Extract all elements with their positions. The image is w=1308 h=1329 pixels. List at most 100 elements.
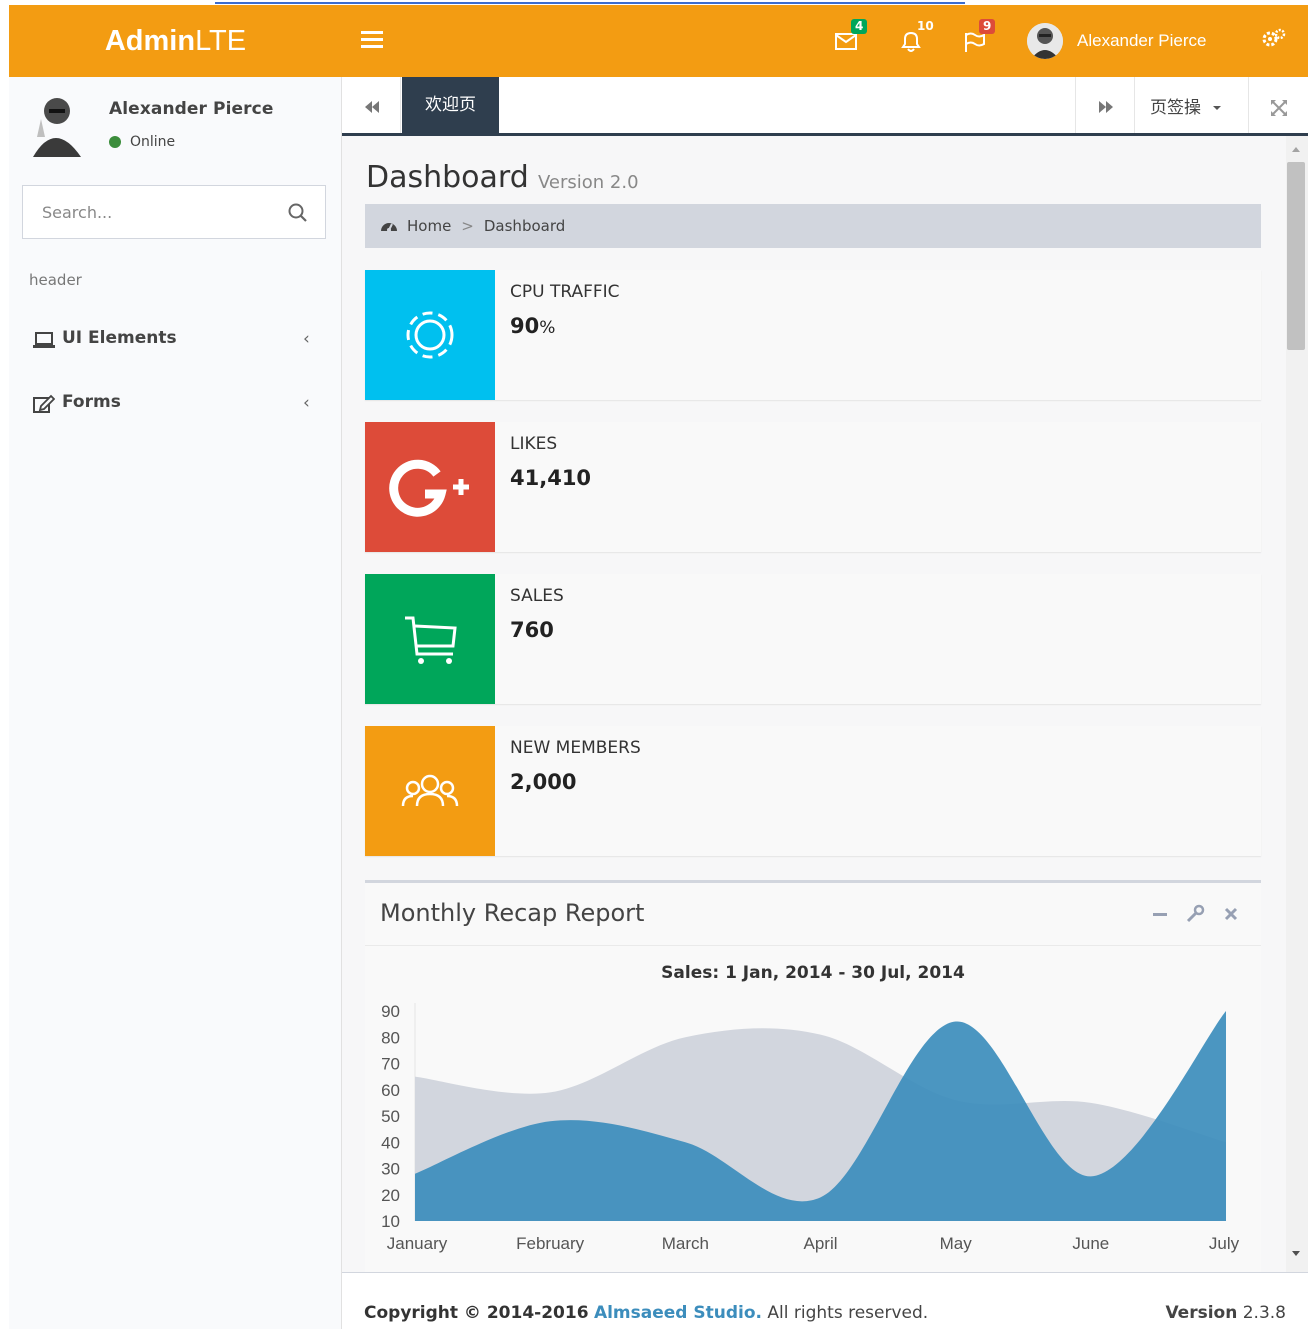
search-button[interactable] <box>287 202 309 224</box>
hamburger-icon <box>361 31 383 34</box>
info-box-label: NEW MEMBERS <box>510 738 641 758</box>
x-tick-label: May <box>940 1234 973 1253</box>
tab-scroll-left-button[interactable] <box>342 77 401 133</box>
x-tick-label: March <box>662 1234 709 1253</box>
wrench-icon <box>1186 904 1205 923</box>
info-box-number: 2,000 <box>510 770 577 794</box>
page-title: Dashboard <box>366 160 529 195</box>
laptop-icon <box>33 332 55 348</box>
users-icon <box>401 774 459 807</box>
notifications-button[interactable]: 10 <box>895 20 934 59</box>
tab-welcome[interactable]: 欢迎页 <box>402 77 499 133</box>
sales-area-chart: 90 80 70 60 50 40 30 20 10 January February March Ap… <box>381 1002 1240 1253</box>
box-divider <box>365 945 1261 946</box>
user-panel: Alexander Pierce Online <box>27 93 327 161</box>
info-box-label: LIKES <box>510 434 558 454</box>
edit-icon <box>33 394 55 413</box>
sidebar-item-ui-elements[interactable]: UI Elements ‹ <box>9 315 342 363</box>
info-box-number: 90% <box>510 314 556 338</box>
user-menu[interactable]: Alexander Pierce <box>1027 19 1206 63</box>
y-tick-label: 70 <box>381 1055 400 1074</box>
y-tick-label: 60 <box>381 1081 400 1100</box>
breadcrumb-separator: > <box>461 217 474 235</box>
sidebar-search <box>22 185 326 239</box>
sidebar-toggle-button[interactable] <box>359 27 385 53</box>
info-box-number: 41,410 <box>510 466 592 490</box>
envelope-icon <box>835 33 857 50</box>
user-status: Online <box>109 134 175 150</box>
tasks-button[interactable]: 9 <box>959 19 996 59</box>
tasks-badge: 9 <box>979 19 996 34</box>
tab-scroll-right-button[interactable] <box>1075 77 1134 133</box>
remove-button[interactable] <box>1220 903 1242 925</box>
header-user-name: Alexander Pierce <box>1077 31 1207 50</box>
sidebar: Alexander Pierce Online header UI Elemen… <box>9 77 342 1329</box>
menu-header: header <box>29 271 82 289</box>
x-tick-label: April <box>803 1234 837 1253</box>
avatar <box>1027 23 1063 59</box>
settings-button[interactable] <box>1261 27 1291 57</box>
y-tick-label: 20 <box>381 1186 400 1205</box>
y-tick-label: 10 <box>381 1212 400 1231</box>
bell-icon <box>901 31 921 52</box>
search-icon <box>288 203 307 222</box>
sidebar-item-label: Forms <box>62 392 121 412</box>
sidebar-item-label: UI Elements <box>62 328 177 348</box>
info-box-number: 760 <box>510 618 554 642</box>
messages-badge: 4 <box>851 19 868 34</box>
fullscreen-button[interactable] <box>1248 77 1308 133</box>
y-tick-label: 30 <box>381 1160 400 1179</box>
tab-operations-label: 页签操 <box>1150 98 1201 118</box>
y-tick-label: 90 <box>381 1002 400 1021</box>
monthly-recap-box: Monthly Recap Report Sales: 1 Jan, 2014 … <box>365 880 1261 1272</box>
backward-icon <box>365 101 379 113</box>
info-box-label: SALES <box>510 586 564 606</box>
page-subtitle: Version 2.0 <box>538 172 639 193</box>
close-icon <box>1224 907 1238 921</box>
logo[interactable]: AdminLTE <box>9 5 342 77</box>
info-box-icon-area <box>365 270 495 400</box>
scroll-down-arrow-icon[interactable] <box>1289 1246 1303 1260</box>
scroll-up-arrow-icon[interactable] <box>1289 143 1303 157</box>
notifications-badge: 10 <box>917 19 934 33</box>
content-area: Dashboard Version 2.0 Home > Dashboard C… <box>342 136 1286 1272</box>
x-tick-label: June <box>1072 1234 1109 1253</box>
scrollbar-thumb[interactable] <box>1287 162 1305 350</box>
info-box-icon-area <box>365 726 495 856</box>
info-box-icon-area <box>365 422 495 552</box>
search-input[interactable] <box>23 186 263 238</box>
google-plus-icon <box>389 459 469 517</box>
tab-operations-dropdown[interactable]: 页签操 <box>1134 77 1248 133</box>
copyright-text: Copyright © 2014-2016 Almsaeed Studio. A… <box>364 1303 929 1323</box>
tabs-bar: 欢迎页 页签操 <box>342 77 1308 136</box>
y-tick-label: 80 <box>381 1028 400 1047</box>
arrows-alt-icon <box>1271 100 1287 116</box>
main-footer: Copyright © 2014-2016 Almsaeed Studio. A… <box>342 1272 1308 1329</box>
info-box-sales: SALES 760 <box>365 574 1261 704</box>
info-box-cpu-traffic: CPU TRAFFIC 90% <box>365 270 1261 400</box>
chart-title: Sales: 1 Jan, 2014 - 30 Jul, 2014 <box>661 963 965 983</box>
breadcrumb: Home > Dashboard <box>365 204 1261 248</box>
messages-button[interactable]: 4 <box>831 19 868 59</box>
box-title: Monthly Recap Report <box>380 899 645 927</box>
sidebar-item-forms[interactable]: Forms ‹ <box>9 379 342 427</box>
gears-icon <box>1262 28 1286 47</box>
y-tick-label: 40 <box>381 1133 400 1152</box>
info-box-new-members: NEW MEMBERS 2,000 <box>365 726 1261 856</box>
flag-icon <box>965 32 985 52</box>
sidebar-user-name: Alexander Pierce <box>109 99 274 119</box>
info-box-label: CPU TRAFFIC <box>510 282 620 302</box>
dashboard-icon <box>381 223 397 232</box>
box-settings-button[interactable] <box>1184 903 1206 925</box>
forward-icon <box>1099 101 1113 113</box>
collapse-button[interactable] <box>1149 903 1171 925</box>
studio-link[interactable]: Almsaeed Studio. <box>594 1303 762 1323</box>
breadcrumb-home-link[interactable]: Home <box>407 217 451 235</box>
breadcrumb-current: Dashboard <box>483 217 566 235</box>
y-tick-label: 50 <box>381 1107 400 1126</box>
minus-icon <box>1153 913 1167 916</box>
user-photo <box>33 98 81 157</box>
version-text: Version 2.3.8 <box>1165 1303 1286 1323</box>
info-box-likes: LIKES 41,410 <box>365 422 1261 552</box>
chevron-left-icon: ‹ <box>303 393 310 413</box>
